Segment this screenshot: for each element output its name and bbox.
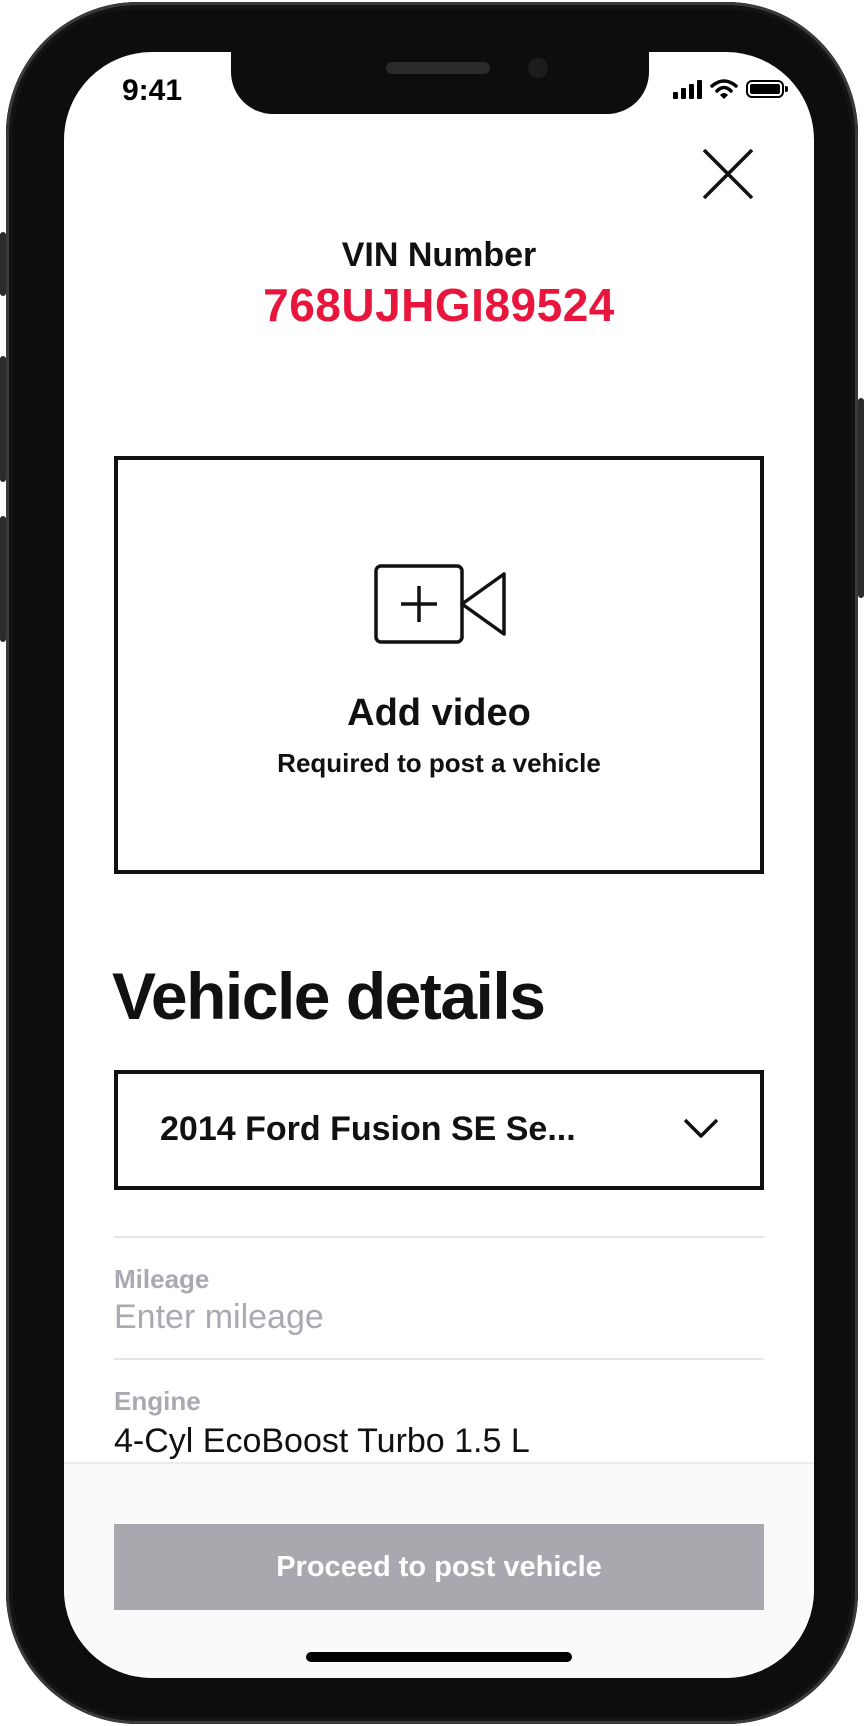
status-time: 9:41	[122, 74, 183, 107]
mileage-label: Mileage	[114, 1264, 210, 1294]
divider	[114, 1236, 764, 1238]
notch	[231, 52, 649, 114]
engine-value: 4-Cyl EcoBoost Turbo 1.5 L	[114, 1422, 530, 1460]
vin-value: 768UJHGI89524	[263, 279, 615, 331]
status-icons	[673, 78, 788, 100]
wifi-icon	[710, 79, 738, 99]
engine-label: Engine	[114, 1386, 201, 1416]
battery-icon	[746, 80, 788, 98]
vin-label: VIN Number	[341, 236, 537, 274]
vehicle-select-dropdown[interactable]: 2014 Ford Fusion SE Se...	[114, 1070, 764, 1190]
mileage-input[interactable]	[114, 1292, 764, 1342]
home-indicator	[306, 1652, 572, 1662]
close-button[interactable]	[700, 146, 756, 202]
add-video-title: Add video	[347, 692, 531, 734]
vehicle-select-value: 2014 Ford Fusion SE Se...	[160, 1110, 576, 1148]
front-camera	[528, 58, 548, 78]
add-video-button[interactable]: Add video Required to post a vehicle	[114, 456, 764, 874]
speaker-grille	[386, 62, 490, 74]
add-video-subtitle: Required to post a vehicle	[277, 748, 601, 778]
signal-icon	[673, 79, 702, 99]
side-button-volume-up	[0, 356, 6, 482]
proceed-to-post-button[interactable]: Proceed to post vehicle	[114, 1524, 764, 1610]
phone-frame: 9:41 VIN Number 768UJHGI89524 Add video …	[6, 2, 858, 1724]
close-icon	[702, 148, 754, 200]
add-video-icon	[374, 564, 506, 644]
footer-bar: Proceed to post vehicle	[64, 1462, 814, 1678]
app-screen: 9:41 VIN Number 768UJHGI89524 Add video …	[64, 52, 814, 1678]
side-button-mute	[0, 232, 6, 296]
side-button-volume-down	[0, 516, 6, 642]
side-button-power	[858, 398, 864, 598]
vehicle-details-title: Vehicle details	[112, 959, 546, 1033]
divider	[114, 1358, 764, 1360]
chevron-down-icon	[683, 1118, 719, 1138]
